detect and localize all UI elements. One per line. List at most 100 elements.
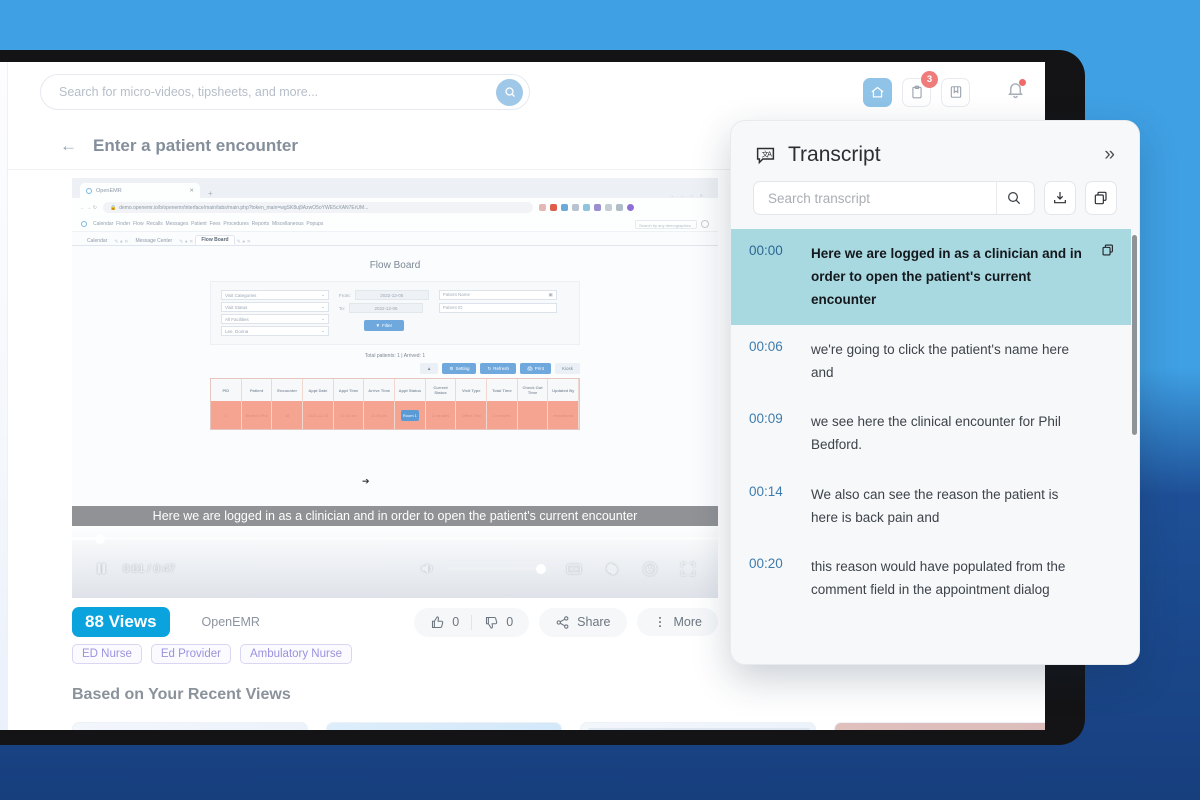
emr-th-appt-time: Appt Time xyxy=(333,379,365,401)
emr-to-value: 2022-12-05 xyxy=(349,303,424,313)
emr-heading: Flow Board xyxy=(369,260,421,271)
tag-ambulatory-nurse[interactable]: Ambulatory Nurse xyxy=(239,644,352,664)
emr-td-encounter: 18 xyxy=(272,401,304,429)
dislike-button[interactable]: 0 xyxy=(472,613,525,632)
settings-gear-icon[interactable] xyxy=(604,561,620,577)
transcript-entry[interactable]: 00:20 this reason would have populated f… xyxy=(731,542,1131,614)
emr-td-visit-type: Office Visit xyxy=(456,401,488,429)
emr-select-provider: Lee, Donna ⌄ xyxy=(221,326,329,336)
volume-handle[interactable] xyxy=(536,563,546,574)
top-bar: 3 xyxy=(8,62,1045,122)
list-item[interactable]: P 18 Pages xyxy=(326,722,562,730)
transcript-entry[interactable]: 00:09 we see here the clinical encounter… xyxy=(731,397,1131,469)
transcript-search-input[interactable] xyxy=(768,190,996,206)
emr-nav-items: Calendar Finder Flow Recalls Messages Pa… xyxy=(93,221,324,227)
emr-kiosk-button: Kiosk xyxy=(554,363,580,374)
volume-slider[interactable] xyxy=(448,563,546,574)
emr-td-updated-by: receptionist xyxy=(548,401,580,429)
captions-icon[interactable] xyxy=(566,561,582,577)
list-item[interactable]: 00:02:08 xyxy=(72,722,308,730)
emr-refresh-button: ↻ Refresh xyxy=(480,363,516,374)
emr-th-checkout-time: Check Out Time xyxy=(517,379,549,401)
transcript-timestamp[interactable]: 00:20 xyxy=(749,555,811,601)
time-display: 0:01 / 0:47 xyxy=(123,562,175,575)
bookmark-icon[interactable] xyxy=(941,77,970,107)
emr-nav: Calendar Finder Flow Recalls Messages Pa… xyxy=(72,217,718,232)
transcript-search-row xyxy=(731,181,1139,229)
list-item[interactable]: 00:04:21 xyxy=(580,722,816,730)
pause-button[interactable] xyxy=(94,561,109,576)
progress-fill xyxy=(72,537,95,540)
back-button[interactable]: ← xyxy=(60,136,77,156)
emr-td-total-time: 3 minutes xyxy=(487,401,518,429)
search-submit-icon[interactable] xyxy=(496,78,523,106)
more-button[interactable]: More xyxy=(641,613,714,631)
recent-views-list: 00:02:08 P 18 Pages xyxy=(72,722,1045,730)
transcript-entry[interactable]: 00:14 We also can see the reason the pat… xyxy=(731,470,1131,542)
emr-extension-icons xyxy=(538,204,634,211)
video-player[interactable]: OpenEMR ✕ + ⌄–□✕ ← → ↻ 🔒 demo.openemr.io/… xyxy=(72,178,718,598)
left-sidebar[interactable] xyxy=(0,62,8,730)
list-item[interactable]: 00:03:03 xyxy=(834,722,1045,730)
progress-handle[interactable] xyxy=(94,533,105,544)
reaction-group: 0 0 xyxy=(414,607,530,637)
emr-print-button: 🖨 Print xyxy=(520,363,551,374)
transcript-timestamp[interactable]: 00:14 xyxy=(749,483,811,529)
volume-icon[interactable] xyxy=(419,560,436,577)
bell-icon[interactable] xyxy=(1006,79,1026,104)
emr-demographic-search: Search by any demographics xyxy=(635,219,697,229)
global-search[interactable] xyxy=(40,74,530,110)
emr-patient-group: Patient Name ▣ Patient ID xyxy=(438,290,557,336)
fullscreen-icon[interactable] xyxy=(680,561,696,577)
page-title: Enter a patient encounter xyxy=(93,135,298,155)
emr-th-pid: PID xyxy=(211,379,242,401)
transcript-timestamp[interactable]: 00:00 xyxy=(749,242,811,312)
emr-collapse-button: ▲ xyxy=(419,363,439,374)
emr-total-line: Total patients: 1 | Arrived: 1 xyxy=(364,353,426,359)
emr-th-patient: Patient xyxy=(241,379,273,401)
emr-subtabs: Calendar ✎ ● ✕ Message Center ✎ ● ✕ Flow… xyxy=(72,232,718,246)
emr-th-visit-type: Visit Type xyxy=(456,379,488,401)
clipboard-icon[interactable]: 3 xyxy=(902,70,938,107)
emr-favicon xyxy=(86,187,92,194)
mouse-cursor-icon: ➔ xyxy=(362,476,370,486)
emr-th-encounter: Encounter xyxy=(272,379,304,401)
emr-browser-tabbar: OpenEMR ✕ + ⌄–□✕ xyxy=(72,178,718,198)
emr-from-label: From: xyxy=(339,292,351,298)
transcript-search[interactable] xyxy=(753,181,1035,215)
playback-speed-icon[interactable] xyxy=(642,561,658,577)
emr-setting-button: ⚙ Setting xyxy=(442,363,477,374)
share-label: Share xyxy=(577,615,611,629)
tag-ed-nurse[interactable]: ED Nurse xyxy=(72,644,142,664)
emr-patient-id: Patient ID xyxy=(438,303,557,313)
emr-action-buttons: ▲ ⚙ Setting ↻ Refresh 🖨 Print Kiosk xyxy=(210,363,580,374)
emr-td-pid: 1 xyxy=(211,401,242,429)
transcript-entry[interactable]: 00:00 Here we are logged in as a clinici… xyxy=(731,229,1131,325)
progress-bar[interactable] xyxy=(72,533,718,544)
home-icon[interactable] xyxy=(863,77,892,107)
transcript-list[interactable]: 00:00 Here we are logged in as a clinici… xyxy=(731,229,1139,664)
transcript-entry[interactable]: 00:06 we're going to click the patient's… xyxy=(731,325,1131,397)
collapse-panel-button[interactable]: » xyxy=(1104,144,1115,166)
download-icon[interactable] xyxy=(1044,181,1076,215)
emr-th-total-time: Total Time xyxy=(487,379,518,401)
search-icon[interactable] xyxy=(996,182,1030,214)
share-group[interactable]: Share xyxy=(539,607,627,637)
emr-from-value: 2022-12-05 xyxy=(354,290,429,300)
emr-td-appt-status: Room 1 xyxy=(400,409,419,421)
source-label: OpenEMR xyxy=(201,615,260,629)
more-group[interactable]: More xyxy=(636,608,718,636)
search-input[interactable] xyxy=(59,85,496,99)
transcript-timestamp[interactable]: 00:06 xyxy=(749,338,811,384)
emr-th-updated-by: Updated By xyxy=(548,379,580,401)
tag-ed-provider[interactable]: Ed Provider xyxy=(150,644,231,664)
transcript-text: We also can see the reason the patient i… xyxy=(811,486,1059,525)
copy-icon[interactable] xyxy=(1101,243,1115,262)
copy-icon[interactable] xyxy=(1085,181,1117,215)
transcript-timestamp[interactable]: 00:09 xyxy=(749,410,811,456)
share-button[interactable]: Share xyxy=(543,613,622,632)
transcript-scrollbar[interactable] xyxy=(1132,235,1137,435)
emr-th-arrive-time: Arrive Time xyxy=(364,379,396,401)
like-button[interactable]: 0 xyxy=(418,613,471,632)
emr-select-visit-status: Visit Status ⌄ xyxy=(221,302,329,312)
